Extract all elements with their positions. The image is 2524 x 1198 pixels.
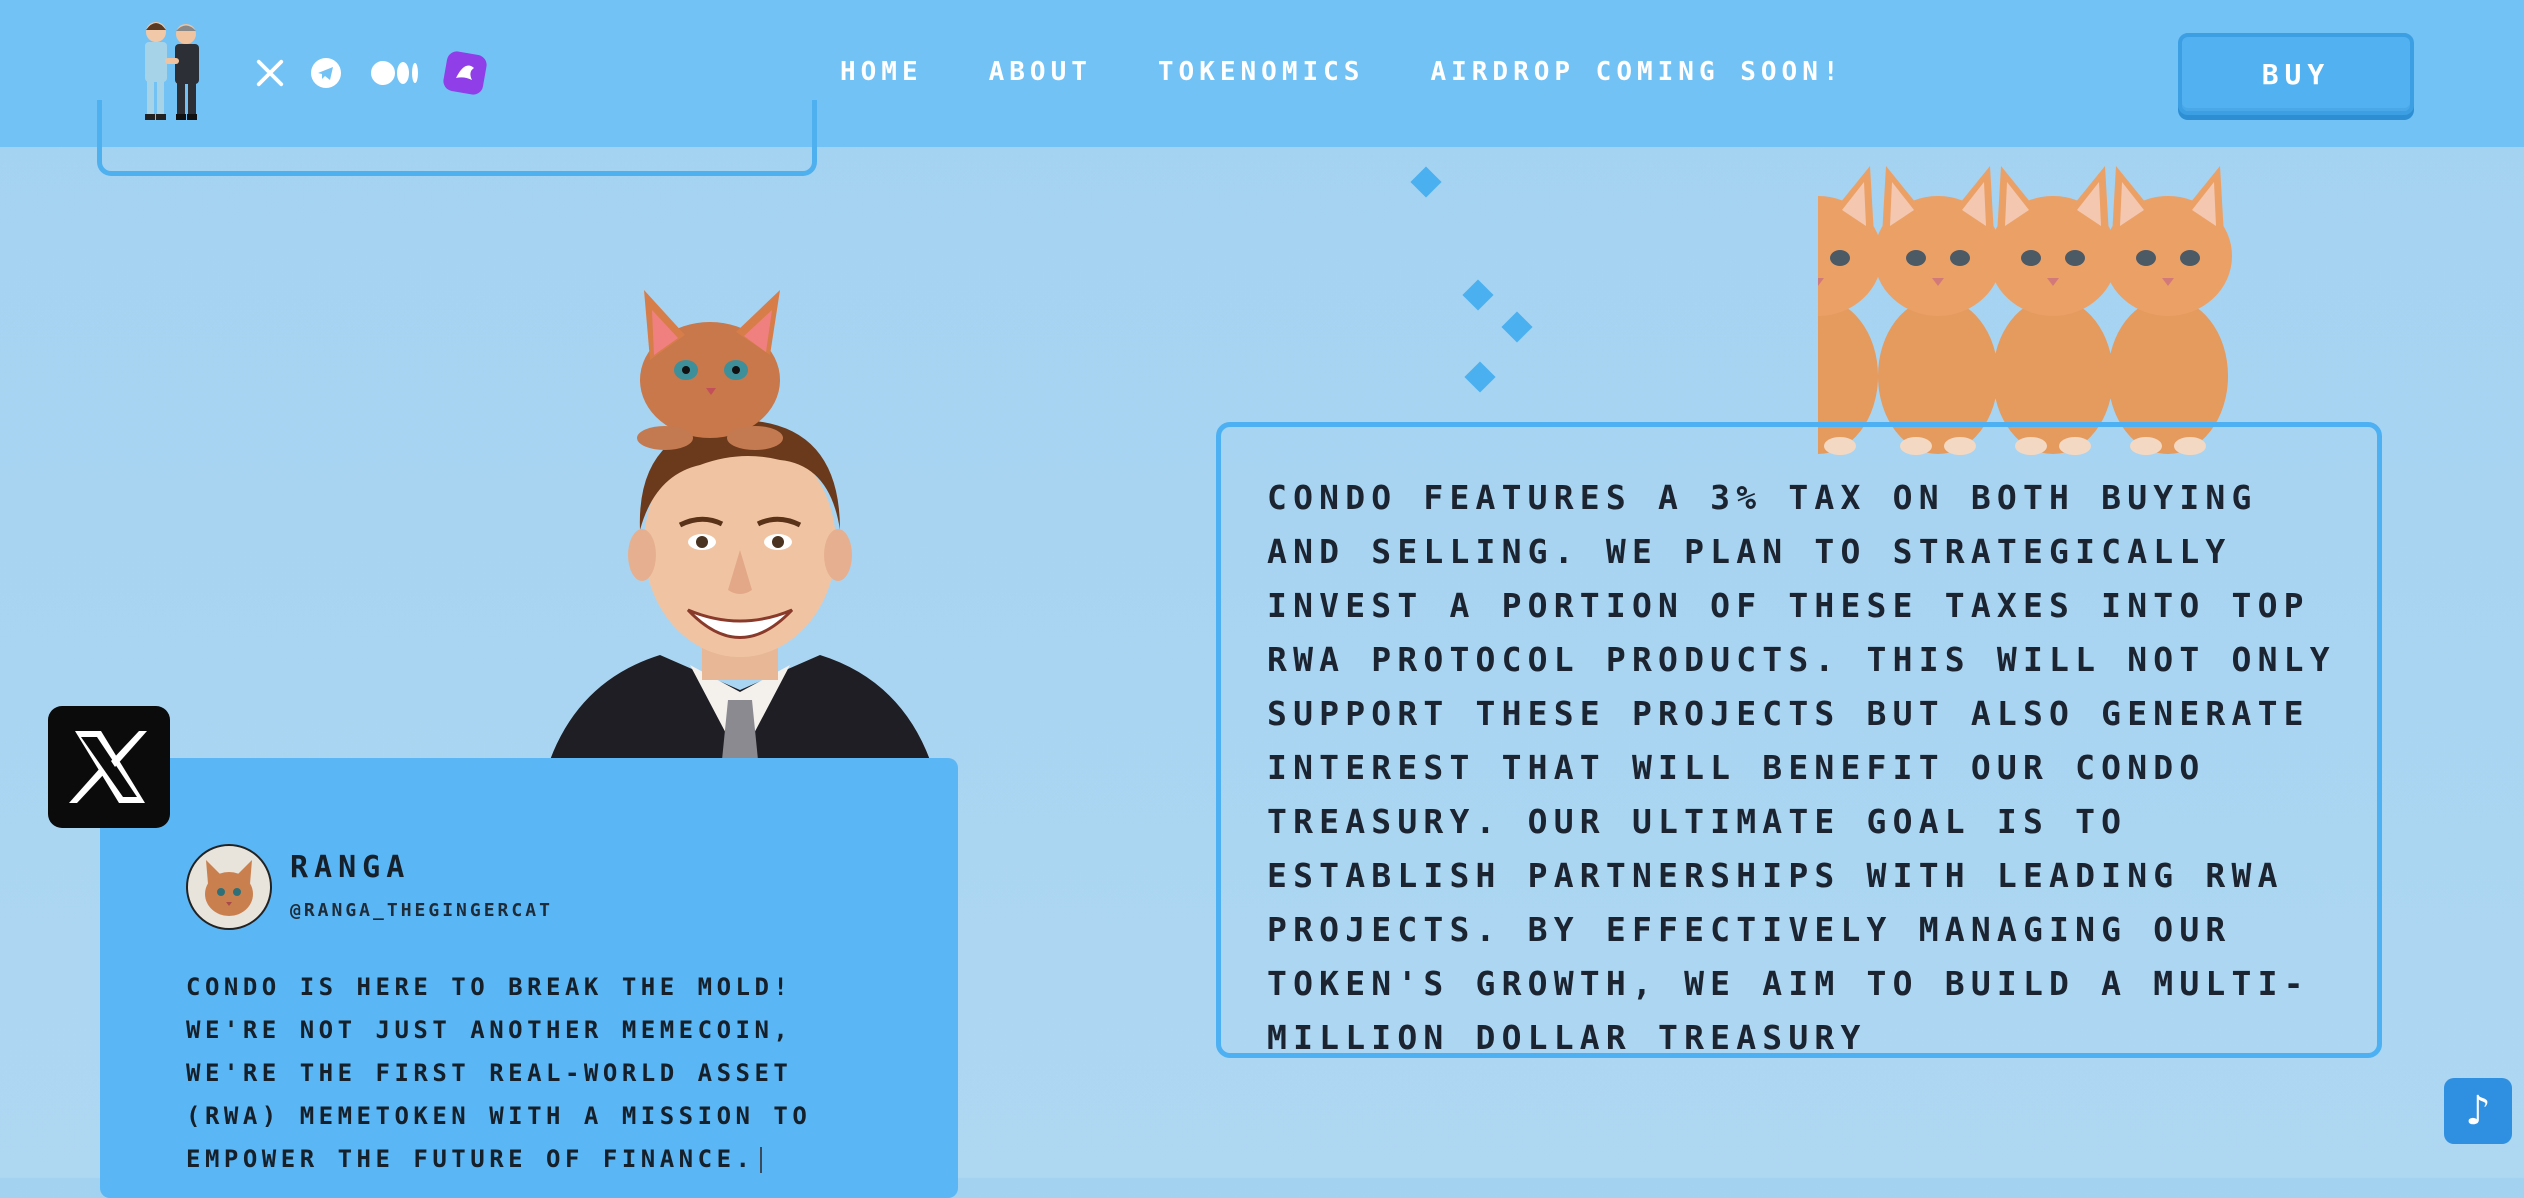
treasury-text: CONDO FEATURES A 3% TAX ON BOTH BUYING A… [1267,478,2336,1057]
buy-button[interactable]: BUY [2178,33,2414,115]
nav-tokenomics[interactable]: TOKENOMICS [1158,57,1365,87]
nav-home[interactable]: HOME [840,57,923,87]
telegram-icon[interactable] [308,55,344,91]
man-with-cat-illustration [550,290,930,760]
avatar [186,844,272,930]
tweet-card: RANGA @RANGA_THEGINGERCAT CONDO IS HERE … [100,758,958,1198]
nav-about[interactable]: ABOUT [989,57,1092,87]
nav-airdrop[interactable]: AIRDROP COMING SOON! [1430,57,1843,87]
diamond-decoration [1501,311,1533,343]
medium-icon[interactable] [370,55,420,91]
tweet-text: CONDO IS HERE TO BREAK THE MOLD! WE'RE N… [186,973,812,1173]
previous-card-edge [97,100,817,176]
x-icon [69,731,147,803]
music-note-icon: ♪ [2465,1088,2491,1134]
three-kittens-illustration [1818,166,2232,455]
x-icon[interactable] [252,55,288,91]
diamond-decoration [1410,166,1442,198]
diamond-decoration [1464,361,1496,393]
tweet-text-block: CONDO IS HERE TO BREAK THE MOLD! WE'RE N… [186,966,886,1181]
tweet-author-name: RANGA [290,850,411,885]
dexscreener-icon[interactable] [442,50,488,96]
treasury-card: CONDO FEATURES A 3% TAX ON BOTH BUYING A… [1216,422,2382,1058]
text-caret [760,1147,763,1173]
diamond-decoration [1462,279,1494,311]
tweet-author-handle[interactable]: @RANGA_THEGINGERCAT [290,900,553,921]
nav-links: HOME ABOUT TOKENOMICS AIRDROP COMING SOO… [840,57,1844,87]
x-logo-badge[interactable] [48,706,170,828]
music-toggle-button[interactable]: ♪ [2444,1078,2512,1144]
